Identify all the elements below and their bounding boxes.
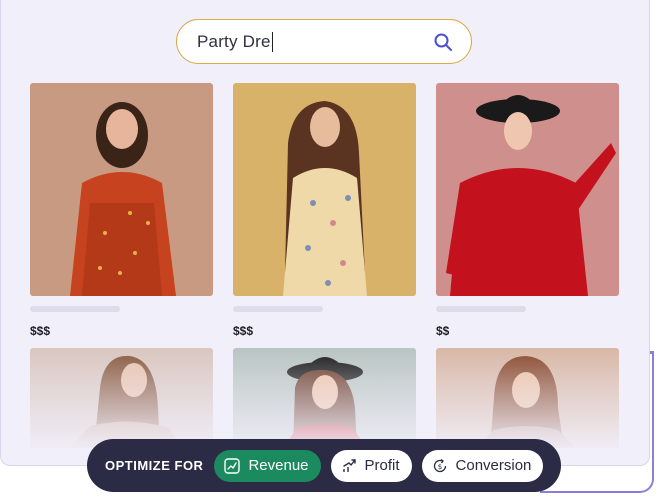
product-price: $$$ <box>30 324 51 338</box>
product-image[interactable] <box>233 83 416 296</box>
product-image[interactable] <box>30 348 213 448</box>
product-price: $$$ <box>233 324 254 338</box>
product-card[interactable] <box>436 348 619 448</box>
profit-option-button[interactable]: Profit <box>330 449 412 482</box>
product-price: $$ <box>436 324 450 338</box>
optimize-label: OPTIMIZE FOR <box>105 458 204 473</box>
product-image[interactable] <box>436 83 619 296</box>
title-placeholder <box>233 306 323 312</box>
title-placeholder <box>436 306 526 312</box>
conversion-option-button[interactable]: $ Conversion <box>421 449 544 482</box>
product-image[interactable] <box>233 348 416 448</box>
svg-text:$: $ <box>437 463 441 471</box>
search-icon[interactable] <box>433 32 453 52</box>
search-bar[interactable]: Party Dre <box>176 19 472 64</box>
product-image[interactable] <box>30 83 213 296</box>
revenue-option-button[interactable]: Revenue <box>214 449 321 482</box>
search-input[interactable]: Party Dre <box>197 31 273 52</box>
results-panel: Party Dre $$$ $$$ $$ <box>0 0 650 466</box>
product-card[interactable] <box>233 348 416 448</box>
product-card[interactable] <box>30 348 213 448</box>
conversion-option-label: Conversion <box>455 457 532 474</box>
revenue-option-label: Revenue <box>248 457 309 474</box>
product-card[interactable]: $$$ <box>30 83 213 338</box>
profit-option-label: Profit <box>364 457 400 474</box>
trend-up-icon <box>224 457 241 474</box>
product-image[interactable] <box>436 348 619 448</box>
title-placeholder <box>30 306 120 312</box>
product-card[interactable]: $$$ <box>233 83 416 338</box>
product-card[interactable]: $$ <box>436 83 619 338</box>
growth-chart-icon <box>342 458 356 472</box>
optimize-bar: OPTIMIZE FOR Revenue Profit $ Conversion <box>87 439 561 492</box>
dollar-cycle-icon: $ <box>433 458 446 472</box>
